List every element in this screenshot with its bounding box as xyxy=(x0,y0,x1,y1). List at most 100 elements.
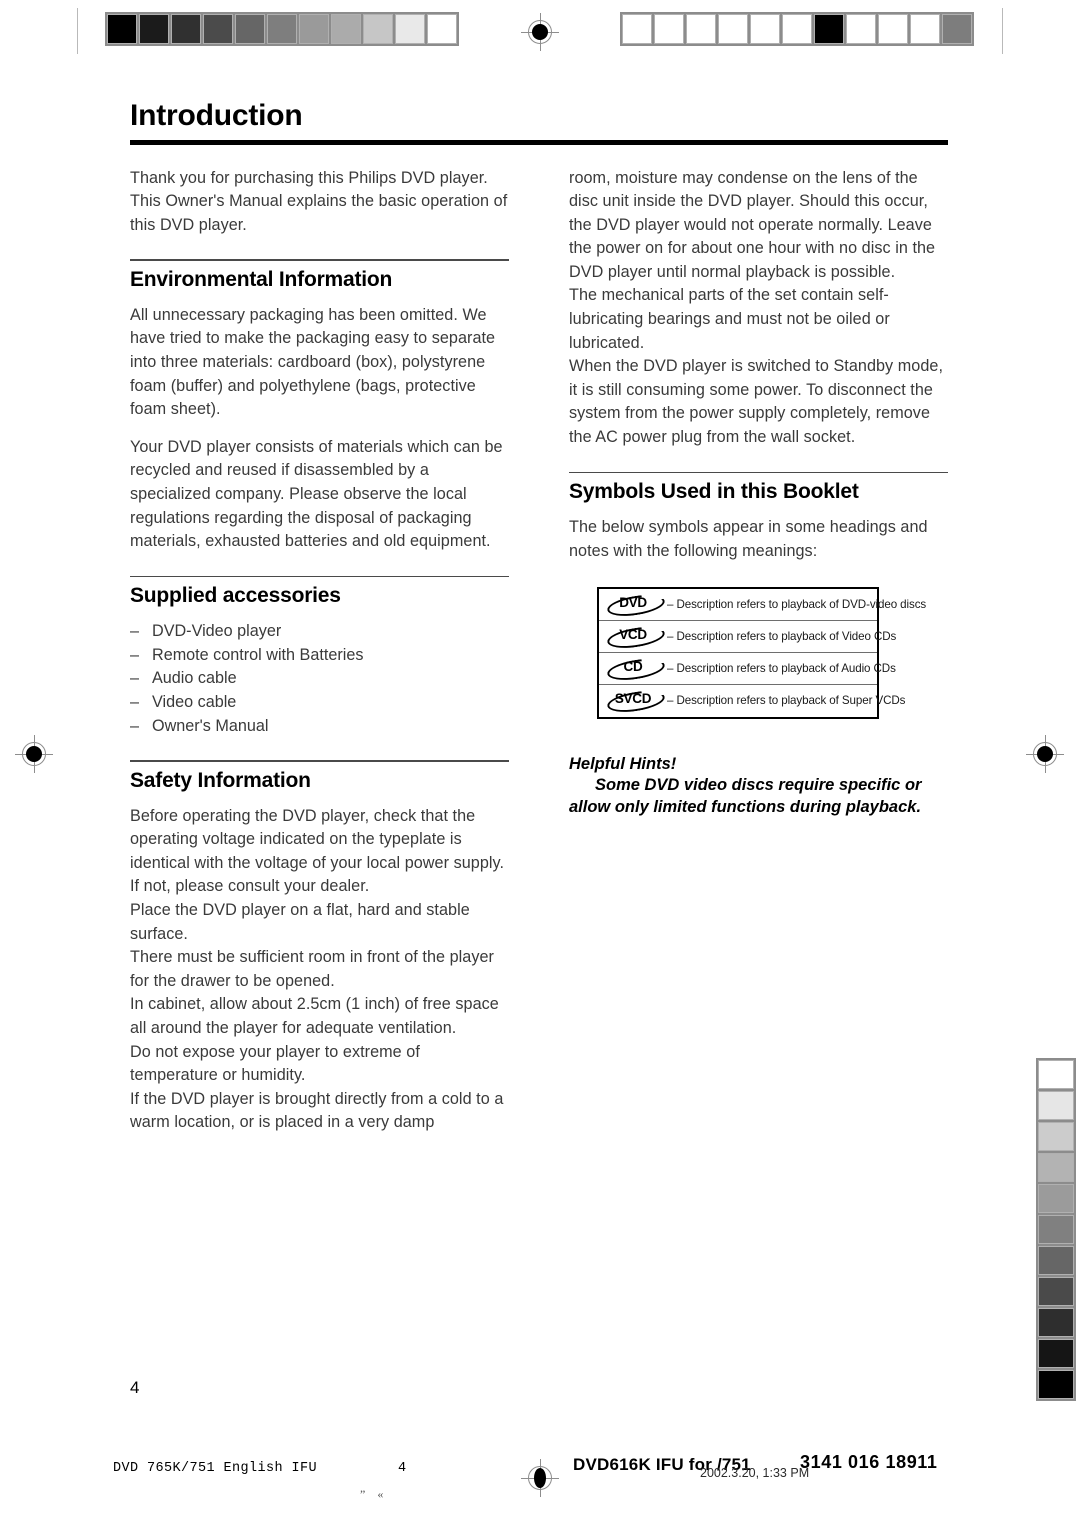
symbol-legend-row: DVD – Description refers to playback of D… xyxy=(599,589,926,622)
symbol-description: – Description refers to playback of Vide… xyxy=(667,629,897,643)
grayscale-patch xyxy=(235,14,265,44)
grayscale-patch xyxy=(1038,1277,1074,1306)
grayscale-wedge-top-left xyxy=(105,12,459,46)
grayscale-patch xyxy=(1038,1246,1074,1275)
registration-mark-bottom-center xyxy=(521,1459,559,1497)
list-dash: – xyxy=(130,693,140,711)
grayscale-wedge-top-right xyxy=(620,12,974,46)
safety-paragraph-5: Do not expose your player to extreme of … xyxy=(130,1042,420,1085)
symbol-description: – Description refers to playback of Audi… xyxy=(667,661,896,675)
grayscale-patch xyxy=(910,14,940,44)
symbol-description: – Description refers to playback of DVD-… xyxy=(667,597,927,611)
footer-file-name: DVD 765K/751 English IFU xyxy=(113,1461,318,1476)
grayscale-patch xyxy=(782,14,812,44)
grayscale-patch xyxy=(1038,1339,1074,1368)
grayscale-patch xyxy=(1038,1091,1074,1120)
continued-paragraph-1: room, moisture may condense on the lens … xyxy=(569,168,936,281)
registration-mark-right xyxy=(1026,735,1064,773)
section-rule-symbols xyxy=(569,471,948,474)
safety-paragraph-1: Before operating the DVD player, check t… xyxy=(130,806,505,896)
section-rule-environmental xyxy=(130,259,509,261)
trim-line-top-right xyxy=(1002,8,1003,54)
disc-dvd-icon: DVD xyxy=(605,593,667,617)
helpful-hints-body: Some DVD video discs require specific or… xyxy=(569,776,922,817)
heading-environmental-information: Environmental Information xyxy=(130,267,393,291)
page-folio-number: 4 xyxy=(130,1378,140,1397)
grayscale-patch xyxy=(622,14,652,44)
disc-cd-icon: CD xyxy=(605,657,667,681)
footer-quote-marks: ”« xyxy=(360,1487,396,1501)
grayscale-patch xyxy=(1038,1370,1074,1399)
symbol-legend-row: CD – Description refers to playback of Au… xyxy=(599,653,896,686)
list-item-label: Audio cable xyxy=(152,669,237,688)
page-title: Introduction xyxy=(130,99,303,132)
list-dash: – xyxy=(130,645,140,664)
grayscale-patch xyxy=(814,14,844,44)
page-content: Introduction Thank you for purchasing th… xyxy=(130,100,948,1135)
trim-line-top-left xyxy=(77,8,78,54)
safety-paragraph-6: If the DVD player is brought directly fr… xyxy=(130,1089,504,1132)
intro-paragraph: Thank you for purchasing this Philips DV… xyxy=(130,168,508,234)
right-column: room, moisture may condense on the lens … xyxy=(569,167,948,1136)
list-item-label: DVD-Video player xyxy=(152,622,282,641)
footer-page-number: 4 xyxy=(398,1461,407,1476)
grayscale-patch xyxy=(171,14,201,44)
list-dash: – xyxy=(130,669,140,688)
symbol-legend-row: SVCD – Description refers to playback of … xyxy=(599,685,905,717)
grayscale-patch xyxy=(427,14,457,44)
grayscale-patch xyxy=(750,14,780,44)
environmental-paragraph-2: Your DVD player consists of materials wh… xyxy=(130,437,503,551)
symbols-intro-text: The below symbols appear in some heading… xyxy=(569,518,928,560)
list-dash: – xyxy=(130,622,140,641)
list-item: – Audio cable xyxy=(130,667,509,691)
grayscale-patch xyxy=(878,14,908,44)
two-column-layout: Thank you for purchasing this Philips DV… xyxy=(130,167,948,1136)
symbol-description: – Description refers to playback of Supe… xyxy=(667,694,906,708)
grayscale-patch xyxy=(331,14,361,44)
grayscale-patch xyxy=(267,14,297,44)
grayscale-patch xyxy=(1038,1122,1074,1151)
disc-label: DVD xyxy=(619,594,647,610)
section-rule-safety xyxy=(130,760,509,762)
grayscale-patch xyxy=(395,14,425,44)
registration-mark-top-center xyxy=(521,13,559,51)
grayscale-patch xyxy=(139,14,169,44)
heading-safety-information: Safety Information xyxy=(130,768,311,792)
symbols-legend-table: DVD – Description refers to playback of D… xyxy=(597,587,926,720)
symbol-legend-row: VCD – Description refers to playback of V… xyxy=(599,621,896,654)
continued-paragraph-2: The mechanical parts of the set contain … xyxy=(569,286,890,352)
crosshair-dot xyxy=(1037,746,1053,762)
grayscale-patch xyxy=(686,14,716,44)
list-item-label: Remote control with Batteries xyxy=(152,645,364,664)
crosshair-dot xyxy=(532,24,548,40)
crosshair-dot xyxy=(26,746,42,762)
environmental-paragraph-1: All unnecessary packaging has been omitt… xyxy=(130,305,496,419)
grayscale-patch xyxy=(1038,1060,1074,1089)
grayscale-patch xyxy=(1038,1215,1074,1244)
grayscale-wedge-right-edge xyxy=(1036,1058,1076,1401)
registration-mark-left xyxy=(15,735,53,773)
grayscale-patch xyxy=(846,14,876,44)
list-dash: – xyxy=(130,716,140,735)
list-item-label: Owner's Manual xyxy=(152,716,269,735)
section-rule-supplied xyxy=(130,575,509,578)
disc-vcd-icon: VCD xyxy=(605,625,667,649)
grayscale-patch xyxy=(107,14,137,44)
grayscale-patch xyxy=(203,14,233,44)
grayscale-patch xyxy=(654,14,684,44)
grayscale-patch xyxy=(1038,1153,1074,1182)
heading-supplied-accessories: Supplied accessories xyxy=(130,584,341,608)
list-item-label: Video cable xyxy=(152,693,237,711)
grayscale-patch xyxy=(1038,1308,1074,1337)
grayscale-patch xyxy=(299,14,329,44)
footer-part-code: 3141 016 18911 xyxy=(800,1452,938,1472)
list-item: – DVD-Video player xyxy=(130,620,509,644)
disc-svcd-icon: SVCD xyxy=(605,689,667,713)
list-item: – Video cable xyxy=(130,691,509,715)
disc-label: VCD xyxy=(619,626,647,642)
heading-symbols-used: Symbols Used in this Booklet xyxy=(569,480,859,504)
disc-label: SVCD xyxy=(614,691,652,707)
crosshair-dot xyxy=(534,1468,546,1488)
safety-paragraph-3: There must be sufficient room in front o… xyxy=(130,948,494,990)
list-item: – Remote control with Batteries xyxy=(130,644,509,668)
